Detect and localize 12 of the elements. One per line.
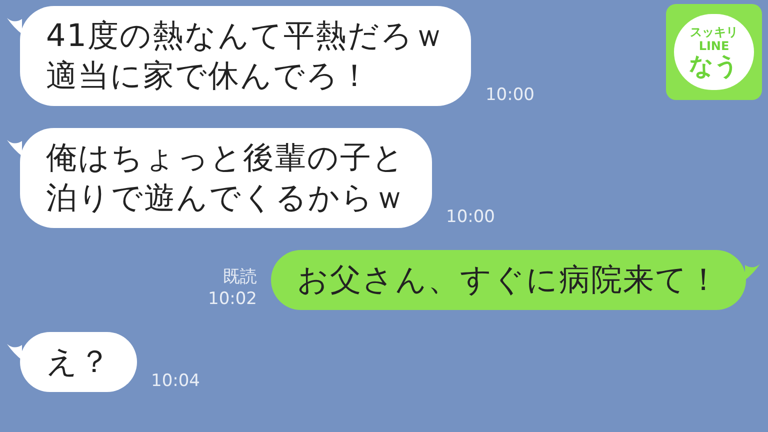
timestamp: 10:00 [485,84,534,106]
bubble-tail [7,344,22,360]
logo-text: スッキリ [690,26,738,38]
logo-text: LINE [698,40,730,52]
bubble-tail [745,264,760,280]
bubble-tail [7,140,22,156]
timestamp: 10:02 [208,288,257,310]
bubble-tail [7,18,22,34]
timestamp: 10:00 [446,206,495,228]
read-receipt: 既読 [223,266,257,288]
timestamp: 10:04 [151,370,200,392]
logo-text: なう [689,54,739,78]
